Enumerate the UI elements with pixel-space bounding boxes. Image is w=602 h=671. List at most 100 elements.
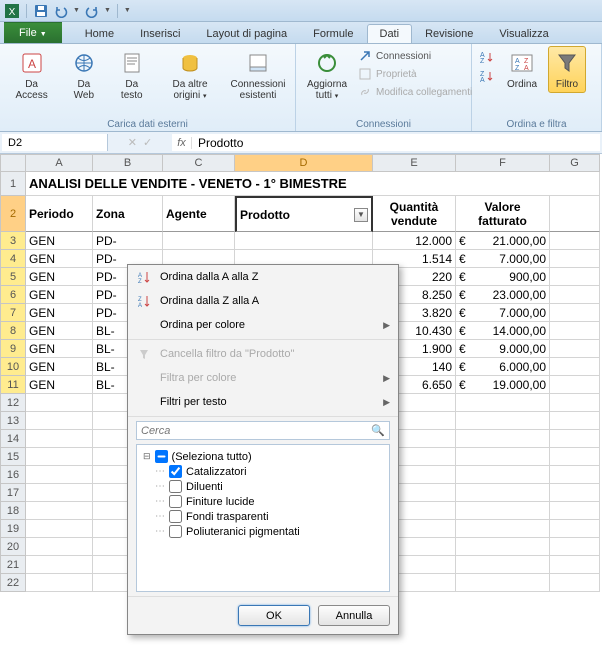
- cell[interactable]: [163, 232, 235, 250]
- undo-icon[interactable]: [53, 3, 69, 19]
- cell[interactable]: [550, 286, 600, 304]
- fx-icon[interactable]: fx: [172, 137, 192, 149]
- name-box[interactable]: D2: [2, 134, 108, 151]
- cell[interactable]: [26, 466, 93, 484]
- tab-dati[interactable]: Dati: [367, 24, 413, 43]
- btn-da-testo[interactable]: Da testo: [111, 46, 153, 104]
- cell[interactable]: GEN: [26, 286, 93, 304]
- cell[interactable]: [456, 466, 550, 484]
- cell[interactable]: GEN: [26, 250, 93, 268]
- cell[interactable]: [550, 502, 600, 520]
- cell[interactable]: €19.000,00: [456, 376, 550, 394]
- cell[interactable]: [456, 502, 550, 520]
- filter-value-item[interactable]: ⊟(Seleziona tutto): [141, 449, 385, 464]
- btn-connessioni[interactable]: Connessioni: [358, 48, 472, 64]
- btn-da-access[interactable]: A Da Access: [6, 46, 57, 104]
- cell[interactable]: [26, 574, 93, 592]
- redo-dropdown[interactable]: ▼: [104, 7, 111, 14]
- filter-handle[interactable]: ▼: [354, 208, 368, 222]
- col-header-B[interactable]: B: [93, 154, 163, 172]
- cell[interactable]: €21.000,00: [456, 232, 550, 250]
- cell[interactable]: [550, 520, 600, 538]
- cell[interactable]: [550, 196, 600, 232]
- cell[interactable]: [26, 520, 93, 538]
- row-header[interactable]: 8: [0, 322, 26, 340]
- row-header[interactable]: 17: [0, 484, 26, 502]
- cell[interactable]: [456, 484, 550, 502]
- cell[interactable]: €7.000,00: [456, 250, 550, 268]
- sort-az-item[interactable]: AZ Ordina dalla A alla Z: [128, 265, 398, 289]
- row-header[interactable]: 1: [0, 172, 26, 196]
- cell[interactable]: [456, 574, 550, 592]
- row-header[interactable]: 12: [0, 394, 26, 412]
- btn-connessioni-esistenti[interactable]: Connessioni esistenti: [227, 46, 289, 104]
- cell[interactable]: Quantitàvendute: [373, 196, 456, 232]
- cell[interactable]: [26, 538, 93, 556]
- filter-values-tree[interactable]: ⊟(Seleziona tutto)⋯Catalizzatori⋯Diluent…: [136, 444, 390, 592]
- cell[interactable]: [26, 502, 93, 520]
- cell[interactable]: [550, 250, 600, 268]
- cell[interactable]: PD-: [93, 232, 163, 250]
- row-header[interactable]: 22: [0, 574, 26, 592]
- tab-formule[interactable]: Formule: [300, 24, 366, 43]
- cell[interactable]: [550, 538, 600, 556]
- cell[interactable]: €7.000,00: [456, 304, 550, 322]
- cell[interactable]: GEN: [26, 232, 93, 250]
- col-header-E[interactable]: E: [373, 154, 456, 172]
- sort-color-item[interactable]: Ordina per colore ▶: [128, 313, 398, 337]
- tab-inserisci[interactable]: Inserisci: [127, 24, 193, 43]
- row-header[interactable]: 19: [0, 520, 26, 538]
- tab-home[interactable]: Home: [72, 24, 127, 43]
- row-header[interactable]: 5: [0, 268, 26, 286]
- tab-visualizza[interactable]: Visualizza: [486, 24, 561, 43]
- filter-value-item[interactable]: ⋯Diluenti: [141, 479, 385, 494]
- filter-checkbox[interactable]: [169, 480, 182, 493]
- row-header[interactable]: 2: [0, 196, 26, 232]
- filter-checkbox[interactable]: [169, 510, 182, 523]
- cell[interactable]: [456, 448, 550, 466]
- cell[interactable]: [26, 556, 93, 574]
- cell[interactable]: [550, 412, 600, 430]
- undo-dropdown[interactable]: ▼: [73, 7, 80, 14]
- row-header[interactable]: 21: [0, 556, 26, 574]
- cell[interactable]: GEN: [26, 358, 93, 376]
- cell[interactable]: [26, 394, 93, 412]
- row-header[interactable]: 20: [0, 538, 26, 556]
- cell[interactable]: [456, 394, 550, 412]
- btn-ordina[interactable]: AZZA Ordina: [502, 46, 542, 93]
- row-header[interactable]: 14: [0, 430, 26, 448]
- btn-da-web[interactable]: Da Web: [63, 46, 104, 104]
- btn-filtro[interactable]: Filtro: [548, 46, 586, 93]
- cell[interactable]: [550, 340, 600, 358]
- cell[interactable]: [550, 430, 600, 448]
- redo-icon[interactable]: [84, 3, 100, 19]
- row-header[interactable]: 6: [0, 286, 26, 304]
- cell[interactable]: GEN: [26, 268, 93, 286]
- filter-search[interactable]: 🔍: [136, 421, 390, 440]
- cell[interactable]: [456, 520, 550, 538]
- cell[interactable]: €900,00: [456, 268, 550, 286]
- tab-file[interactable]: File ▼: [4, 22, 62, 43]
- cell[interactable]: Valorefatturato: [456, 196, 550, 232]
- formula-input[interactable]: [192, 136, 600, 150]
- select-all-corner[interactable]: [0, 154, 26, 172]
- sort-za-item[interactable]: ZA Ordina dalla Z alla A: [128, 289, 398, 313]
- cell[interactable]: Periodo: [26, 196, 93, 232]
- cell[interactable]: GEN: [26, 304, 93, 322]
- cancel-button[interactable]: Annulla: [318, 605, 390, 626]
- btn-aggiorna-tutti[interactable]: Aggiorna tutti ▾: [302, 46, 352, 105]
- filter-checkbox[interactable]: [169, 525, 182, 538]
- cell[interactable]: Zona: [93, 196, 163, 232]
- row-header[interactable]: 3: [0, 232, 26, 250]
- row-header[interactable]: 11: [0, 376, 26, 394]
- cell[interactable]: [550, 376, 600, 394]
- ok-button[interactable]: OK: [238, 605, 310, 626]
- qat-customize[interactable]: ▼: [124, 7, 131, 14]
- cell[interactable]: [550, 268, 600, 286]
- cell[interactable]: Agente: [163, 196, 235, 232]
- col-header-F[interactable]: F: [456, 154, 550, 172]
- cell[interactable]: 12.000: [373, 232, 456, 250]
- row-header[interactable]: 4: [0, 250, 26, 268]
- row-header[interactable]: 16: [0, 466, 26, 484]
- col-header-D[interactable]: D: [235, 154, 373, 172]
